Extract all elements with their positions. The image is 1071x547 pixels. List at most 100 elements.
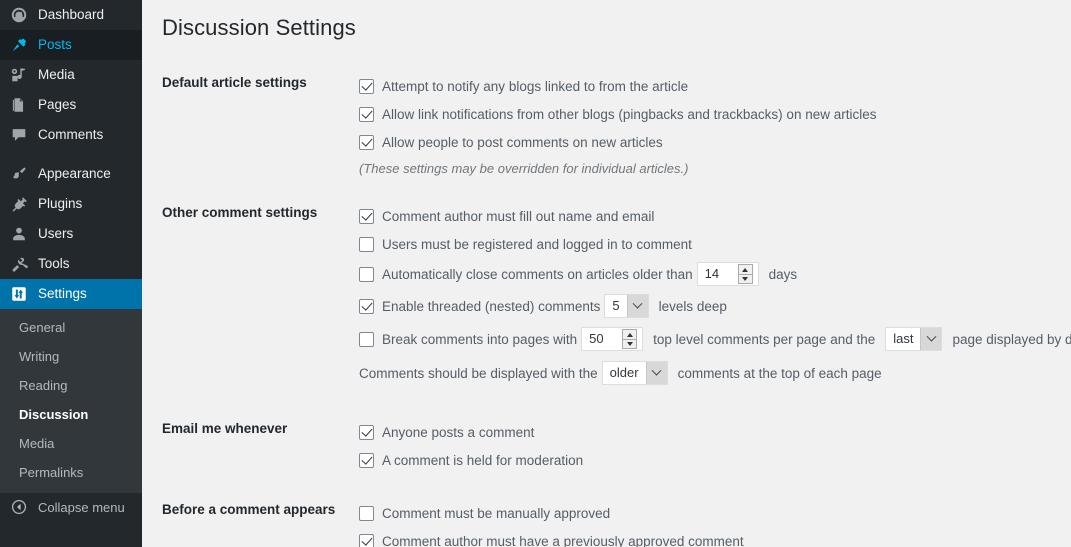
- checkbox-notify-blogs[interactable]: [359, 78, 374, 94]
- threaded-levels-value: 5: [612, 298, 620, 313]
- option-label: Enable threaded (nested) comments: [382, 298, 601, 314]
- collapse-menu-wrap: Collapse menu: [0, 490, 142, 524]
- chevron-down-icon[interactable]: [626, 295, 648, 317]
- checkbox-require-name-email[interactable]: [359, 208, 374, 224]
- section-label: Before a comment appears: [162, 502, 336, 517]
- sidebar-item-dashboard[interactable]: Dashboard: [0, 0, 142, 30]
- sidebar-item-label: Comments: [38, 127, 104, 142]
- default-article-note: (These settings may be overridden for in…: [359, 161, 689, 176]
- collapse-menu-button[interactable]: Collapse menu: [0, 490, 142, 524]
- option-label: Comment must be manually approved: [382, 505, 611, 521]
- submenu-item-writing[interactable]: Writing: [0, 342, 142, 371]
- sidebar-separator: [0, 150, 142, 159]
- close-comments-days-stepper[interactable]: 14: [696, 262, 759, 286]
- option-row-order: Comments should be displayed with the ol…: [359, 356, 1071, 390]
- sidebar-item-settings[interactable]: Settings: [0, 279, 142, 309]
- option-row: Comment must be manually approved: [359, 499, 1071, 527]
- option-label: Allow link notifications from other blog…: [382, 106, 877, 122]
- checkbox-close-comments[interactable]: [359, 266, 374, 282]
- comment-bubble-icon: [9, 125, 29, 145]
- option-label: Anyone posts a comment: [382, 424, 535, 440]
- checkbox-break-into-pages[interactable]: [359, 331, 374, 347]
- pin-icon: [9, 35, 29, 55]
- option-row: Attempt to notify any blogs linked to fr…: [359, 72, 1071, 100]
- default-page-select[interactable]: last: [885, 327, 943, 351]
- dashboard-icon: [9, 5, 29, 25]
- sidebar-item-pages[interactable]: Pages: [0, 90, 142, 120]
- sidebar-item-label: Appearance: [38, 166, 111, 181]
- media-icon: [9, 65, 29, 85]
- comments-per-page-stepper[interactable]: 50: [581, 327, 644, 351]
- pages-icon: [9, 95, 29, 115]
- checkbox-previously-approved[interactable]: [359, 533, 374, 547]
- sidebar-item-posts[interactable]: Posts: [0, 30, 142, 60]
- sidebar-item-label: Dashboard: [38, 7, 105, 22]
- sidebar-item-tools[interactable]: Tools: [0, 249, 142, 279]
- chevron-down-icon[interactable]: [645, 362, 667, 384]
- option-label: Allow people to post comments on new art…: [382, 134, 663, 150]
- stepper-arrows[interactable]: [737, 263, 753, 285]
- stepper-down-icon[interactable]: [737, 274, 753, 284]
- admin-sidebar: Dashboard Posts Media Pages Comments App…: [0, 0, 142, 547]
- option-row: Allow link notifications from other blog…: [359, 100, 1071, 128]
- comment-order-value: older: [609, 365, 639, 380]
- section-label: Other comment settings: [162, 205, 318, 220]
- collapse-arrow-icon: [9, 497, 29, 517]
- checkbox-email-anyone-posts[interactable]: [359, 424, 374, 440]
- wrench-icon: [9, 254, 29, 274]
- threaded-levels-select[interactable]: 5: [604, 294, 649, 318]
- option-row: A comment is held for moderation: [359, 446, 1071, 474]
- submenu-item-media[interactable]: Media: [0, 429, 142, 458]
- submenu-item-permalinks[interactable]: Permalinks: [0, 458, 142, 487]
- checkbox-allow-comments[interactable]: [359, 134, 374, 150]
- default-page-value: last: [893, 331, 914, 346]
- option-label: Break comments into pages with: [382, 331, 578, 347]
- option-label: Automatically close comments on articles…: [382, 266, 693, 282]
- option-label-suffix: levels deep: [658, 298, 727, 314]
- chevron-down-icon[interactable]: [920, 328, 942, 350]
- close-comments-days-value[interactable]: 14: [698, 263, 738, 285]
- option-label: Users must be registered and logged in t…: [382, 236, 692, 252]
- stepper-arrows[interactable]: [622, 328, 638, 350]
- sidebar-item-label: Users: [38, 226, 74, 241]
- sidebar-item-label: Plugins: [38, 196, 83, 211]
- option-label: Attempt to notify any blogs linked to fr…: [382, 78, 689, 94]
- discussion-settings-form: Default article settings Attempt to noti…: [142, 72, 1071, 547]
- option-row-paged: Break comments into pages with 50 top le…: [359, 322, 1071, 356]
- stepper-up-icon[interactable]: [622, 329, 638, 339]
- sidebar-item-media[interactable]: Media: [0, 60, 142, 90]
- comment-order-select[interactable]: older: [601, 361, 668, 385]
- option-row: Comment author must fill out name and em…: [359, 202, 1071, 230]
- checkbox-require-registration[interactable]: [359, 236, 374, 252]
- submenu-item-general[interactable]: General: [0, 313, 142, 342]
- page-title: Discussion Settings: [162, 15, 356, 40]
- sidebar-item-comments[interactable]: Comments: [0, 120, 142, 150]
- checkbox-manual-approval[interactable]: [359, 505, 374, 521]
- submenu-item-reading[interactable]: Reading: [0, 371, 142, 400]
- sidebar-item-users[interactable]: Users: [0, 219, 142, 249]
- option-label-suffix: days: [768, 266, 798, 282]
- comments-per-page-value[interactable]: 50: [582, 328, 622, 350]
- option-row: Users must be registered and logged in t…: [359, 230, 1071, 258]
- settings-content: Discussion Settings Default article sett…: [142, 0, 1071, 547]
- checkbox-threaded-comments[interactable]: [359, 298, 374, 314]
- option-label-suffix: page displayed by default: [952, 331, 1071, 347]
- sidebar-item-appearance[interactable]: Appearance: [0, 159, 142, 189]
- checkbox-allow-pingbacks[interactable]: [359, 106, 374, 122]
- option-label-mid: top level comments per page and the: [653, 331, 876, 347]
- section-default-article: Default article settings Attempt to noti…: [142, 72, 1071, 182]
- stepper-down-icon[interactable]: [622, 339, 638, 349]
- submenu-item-discussion[interactable]: Discussion: [0, 400, 142, 429]
- option-label: Comments should be displayed with the: [359, 365, 598, 381]
- sidebar-item-plugins[interactable]: Plugins: [0, 189, 142, 219]
- collapse-menu-label: Collapse menu: [38, 499, 125, 515]
- option-row-autoclose: Automatically close comments on articles…: [359, 258, 1071, 290]
- checkbox-email-held-moderation[interactable]: [359, 452, 374, 468]
- section-other-comment: Other comment settings Comment author mu…: [142, 202, 1071, 390]
- stepper-up-icon[interactable]: [737, 264, 753, 274]
- option-label: Comment author must have a previously ap…: [382, 533, 744, 547]
- option-row-threaded: Enable threaded (nested) comments 5 leve…: [359, 290, 1071, 322]
- section-email-me: Email me whenever Anyone posts a comment…: [142, 418, 1071, 474]
- plug-icon: [9, 194, 29, 214]
- section-label: Email me whenever: [162, 421, 288, 436]
